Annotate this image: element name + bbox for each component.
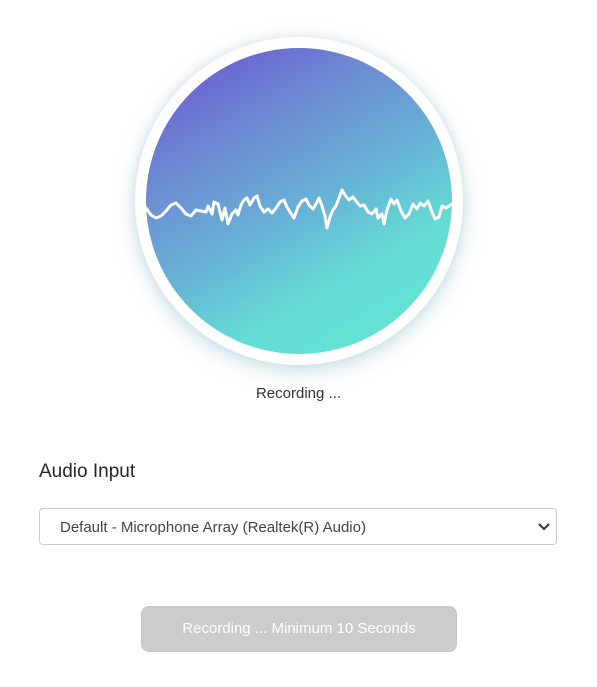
audio-input-select[interactable]: Default - Microphone Array (Realtek(R) A…	[39, 508, 557, 545]
audio-waveform-icon	[146, 188, 452, 230]
record-button[interactable]: Recording ... Minimum 10 Seconds	[141, 606, 457, 652]
recorder-page: Recording ... Audio Input Default - Micr…	[0, 0, 597, 687]
selected-device-label: Default - Microphone Array (Realtek(R) A…	[60, 519, 366, 536]
chevron-down-icon	[538, 523, 550, 530]
visualizer-disc	[146, 48, 452, 354]
audio-input-title: Audio Input	[39, 461, 136, 482]
waveform-line	[146, 188, 452, 230]
audio-visualizer	[135, 37, 463, 365]
recording-status: Recording ...	[255, 385, 342, 402]
